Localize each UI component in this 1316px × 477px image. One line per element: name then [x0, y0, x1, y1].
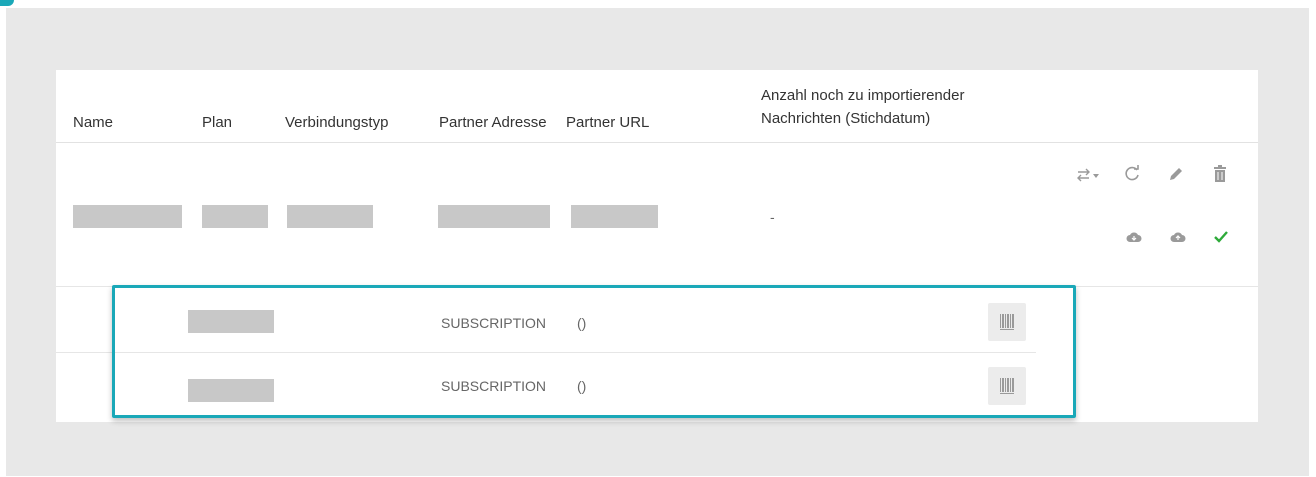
column-header-plan[interactable]: Plan — [202, 114, 232, 131]
sub-row-type: SUBSCRIPTION — [441, 378, 547, 394]
pencil-icon[interactable] — [1166, 164, 1186, 184]
redacted-sub-name — [188, 310, 274, 333]
connections-table: Name Plan Verbindungstyp Partner Adresse… — [56, 70, 1258, 422]
barcode-icon — [1000, 314, 1014, 330]
checkmark-icon[interactable] — [1211, 227, 1231, 247]
table-header: Name Plan Verbindungstyp Partner Adresse… — [56, 70, 1258, 143]
column-header-partner-address[interactable]: Partner Adresse — [439, 114, 547, 131]
barcode-button[interactable] — [988, 367, 1026, 405]
cloud-upload-icon[interactable] — [1168, 229, 1188, 245]
cloud-download-icon[interactable] — [1124, 229, 1144, 245]
column-header-name[interactable]: Name — [73, 114, 113, 131]
sub-row-type: SUBSCRIPTION — [441, 315, 547, 331]
redacted-plan — [202, 205, 268, 228]
pending-messages-value: - — [770, 209, 775, 225]
redacted-sub-name — [188, 379, 274, 402]
column-header-pending-messages-line2: Nachrichten (Stichdatum) — [761, 110, 931, 127]
column-header-pending-messages[interactable]: Anzahl noch zu importierender Nachrichte… — [761, 84, 1021, 130]
barcode-button[interactable] — [988, 303, 1026, 341]
redacted-connection-type — [287, 205, 373, 228]
row-divider — [56, 286, 1258, 287]
sub-row-value: () — [577, 378, 587, 394]
corner-accent — [0, 0, 14, 6]
column-header-pending-messages-line1: Anzahl noch zu importierender — [761, 87, 965, 104]
swap-arrows-icon[interactable] — [1072, 166, 1102, 184]
trash-icon[interactable] — [1210, 164, 1230, 184]
refresh-icon[interactable] — [1122, 164, 1142, 184]
column-header-partner-url[interactable]: Partner URL — [566, 114, 649, 131]
redacted-partner-address — [438, 205, 550, 228]
sub-row-value: () — [577, 315, 587, 331]
column-header-connection-type[interactable]: Verbindungstyp — [285, 114, 388, 131]
row-divider — [56, 352, 1036, 353]
redacted-partner-url — [571, 205, 658, 228]
redacted-name — [73, 205, 182, 228]
barcode-icon — [1000, 378, 1014, 394]
